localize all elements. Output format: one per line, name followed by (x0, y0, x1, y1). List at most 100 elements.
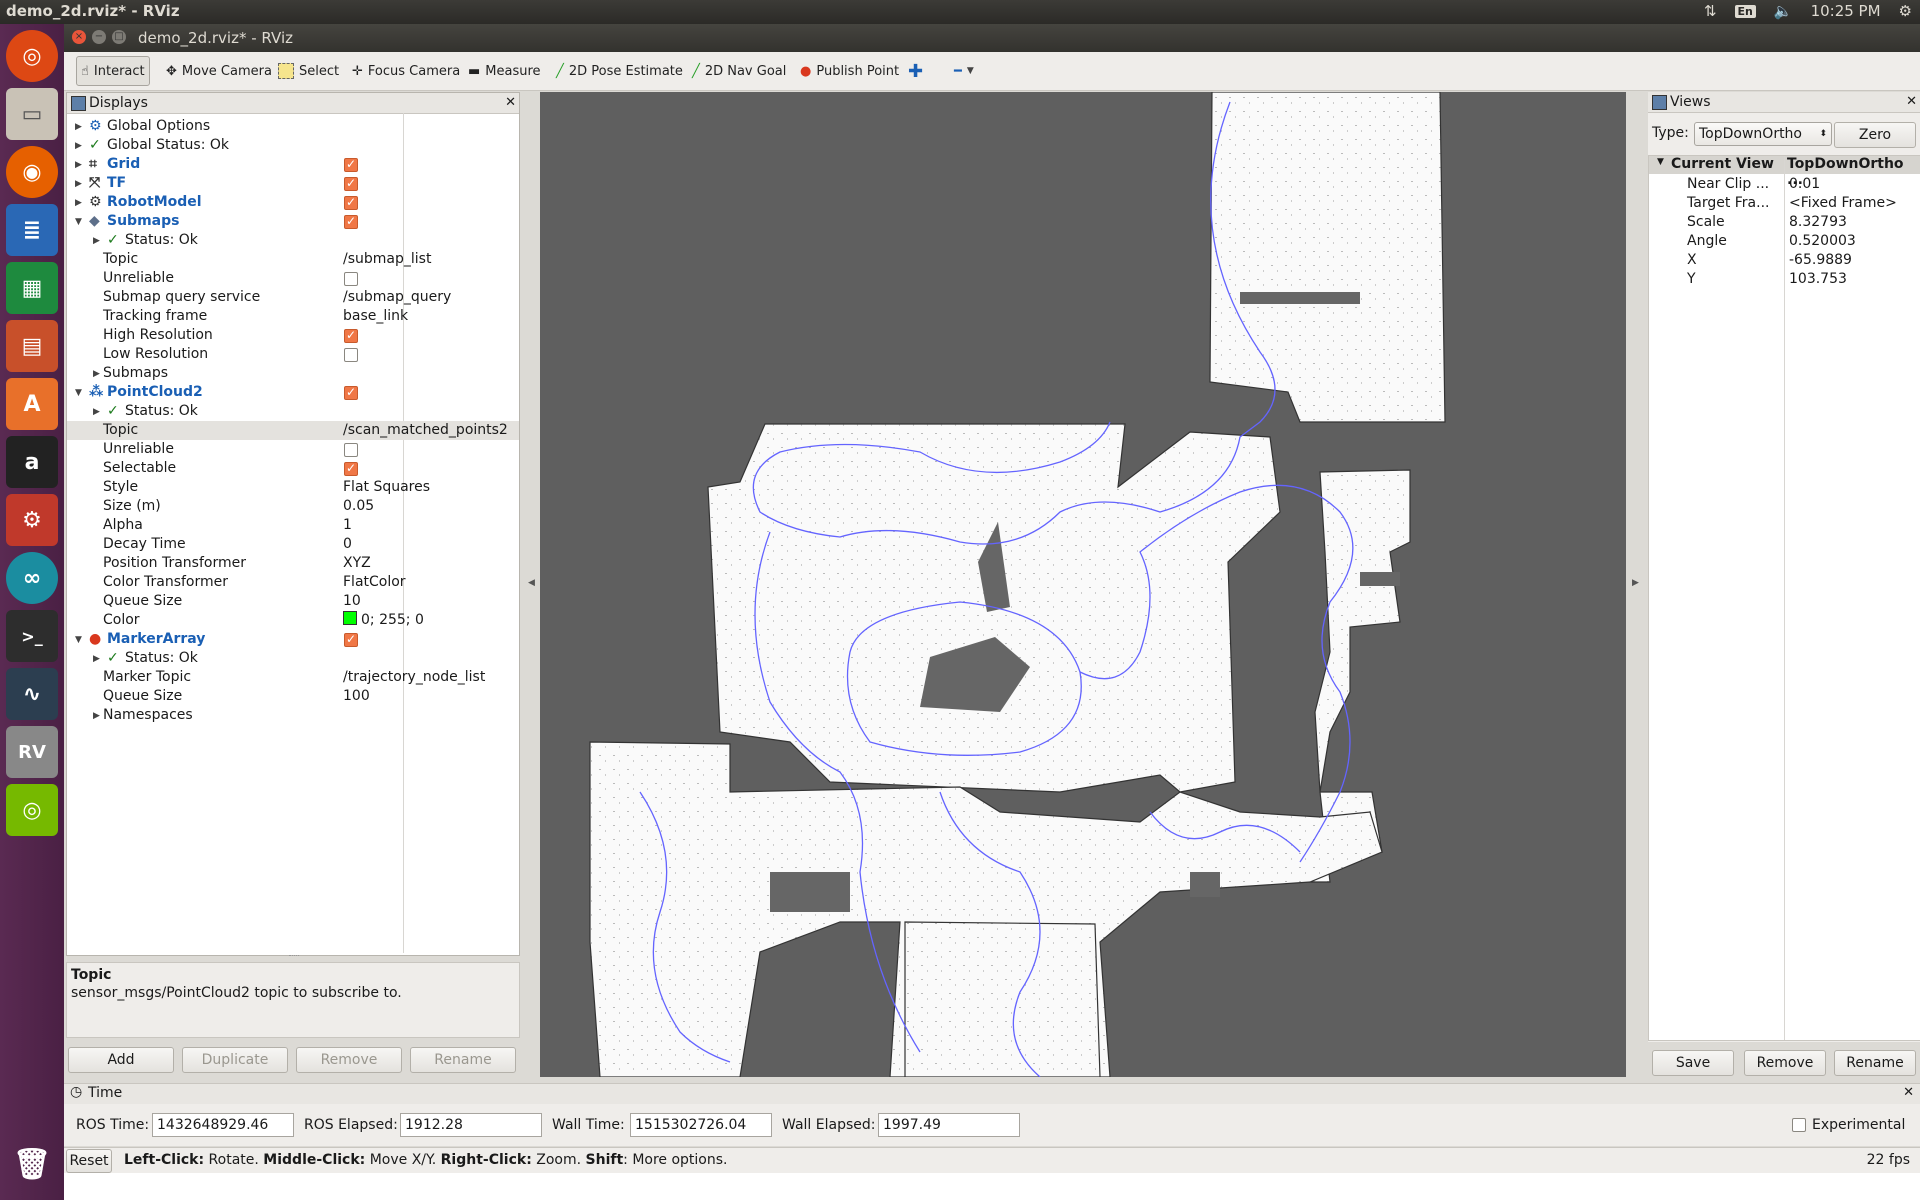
view-property-row[interactable]: Target Fra... <Fixed Frame> (1649, 194, 1920, 213)
move-camera-tool-button[interactable]: ✥ Move Camera (162, 59, 276, 83)
view-property-value[interactable]: 103.753 (1789, 270, 1847, 289)
display-row[interactable]: ▶ ⚙ RobotModel (67, 193, 519, 212)
terminal-icon[interactable]: >_ (6, 610, 58, 662)
collapse-right-icon[interactable]: ▶ (1632, 578, 1639, 588)
display-row-value[interactable]: 0; 255; 0 (361, 612, 424, 628)
pose-estimate-tool-button[interactable]: ╱ 2D Pose Estimate (552, 59, 687, 83)
display-row[interactable]: ▼ ◆ Submaps (67, 212, 519, 231)
wall-time-field[interactable]: 1515302726.04 (630, 1113, 772, 1137)
add-display-button[interactable]: Add (68, 1047, 174, 1073)
display-row[interactable]: ▼ ● MarkerArray (67, 630, 519, 649)
enable-checkbox[interactable] (344, 348, 358, 362)
remove-display-button[interactable]: Remove (296, 1047, 402, 1073)
collapse-left-icon[interactable]: ◀ (528, 578, 535, 588)
display-row[interactable]: ▶ ⚙ Global Options (67, 117, 519, 136)
enable-checkbox[interactable] (344, 443, 358, 457)
display-row[interactable]: ▶ ⌗ Grid (67, 155, 519, 174)
display-row[interactable]: Topic/scan_matched_points2 (67, 421, 519, 440)
display-row[interactable]: ▶ ✓ Status: Ok (67, 402, 519, 421)
display-row[interactable]: ▼ ⁂ PointCloud2 (67, 383, 519, 402)
display-row[interactable]: Marker Topic/trajectory_node_list (67, 668, 519, 687)
color-value[interactable]: 0; 255; 0 (343, 611, 424, 630)
impress-icon[interactable]: ▤ (6, 320, 58, 372)
display-row[interactable]: Topic/submap_list (67, 250, 519, 269)
display-row[interactable]: ▶ ✓ Status: Ok (67, 649, 519, 668)
display-row[interactable]: ▶ ⤧ TF (67, 174, 519, 193)
enable-checkbox[interactable] (344, 459, 358, 478)
display-row[interactable]: ▶ ✓ Global Status: Ok (67, 136, 519, 155)
enable-checkbox[interactable] (344, 193, 358, 212)
settings-gear-icon[interactable]: ⚙ (1899, 2, 1912, 20)
trash-icon[interactable]: 🗑 (6, 1138, 58, 1190)
expand-arrow-icon[interactable]: ▶ (93, 365, 100, 384)
display-row-value[interactable]: FlatColor (343, 573, 406, 592)
rviz-icon[interactable]: RV (6, 726, 58, 778)
expand-arrow-icon[interactable]: ▶ (75, 156, 82, 175)
system-settings-icon[interactable]: ⚙ (6, 494, 58, 546)
remove-view-button[interactable]: Remove (1744, 1050, 1826, 1076)
display-row-value[interactable]: 1 (343, 516, 352, 535)
nav-goal-tool-button[interactable]: ╱ 2D Nav Goal (688, 59, 790, 83)
display-row-value[interactable]: /trajectory_node_list (343, 668, 485, 687)
display-row[interactable]: Decay Time 0 (67, 535, 519, 554)
publish-point-tool-button[interactable]: ● Publish Point (796, 59, 903, 83)
remove-tool-button[interactable]: ━ ▼ (950, 59, 978, 83)
display-row-value[interactable]: 0 (343, 535, 352, 554)
display-row[interactable]: ▶ ✓ Status: Ok (67, 231, 519, 250)
view-property-value[interactable]: 0.01 (1789, 175, 1820, 194)
view-property-row[interactable]: Y 103.753 (1649, 270, 1920, 289)
keyboard-language-indicator[interactable]: En (1734, 4, 1756, 18)
display-row[interactable]: Color 0; 255; 0 (67, 611, 519, 630)
network-icon[interactable]: ⇅ (1704, 2, 1717, 20)
expand-arrow-icon[interactable]: ▶ (75, 118, 82, 137)
display-row[interactable]: Alpha 1 (67, 516, 519, 535)
volume-icon[interactable]: 🔈 (1774, 2, 1793, 20)
view-property-row[interactable]: Scale 8.32793 (1649, 213, 1920, 232)
display-row[interactable]: High Resolution (67, 326, 519, 345)
display-row-value[interactable]: /scan_matched_points2 (343, 421, 508, 440)
display-row-value[interactable]: 0.05 (343, 497, 374, 516)
display-row[interactable]: Unreliable (67, 440, 519, 459)
rename-display-button[interactable]: Rename (410, 1047, 516, 1073)
display-row[interactable]: Position Transformer XYZ (67, 554, 519, 573)
view-property-row[interactable]: X -65.9889 (1649, 251, 1920, 270)
display-row-value[interactable]: XYZ (343, 554, 371, 573)
view-type-select[interactable]: TopDownOrtho ⬍ (1694, 122, 1832, 146)
display-row[interactable]: Style Flat Squares (67, 478, 519, 497)
enable-checkbox[interactable] (344, 326, 358, 345)
nvidia-icon[interactable]: ◎ (6, 784, 58, 836)
enable-checkbox[interactable] (344, 174, 358, 193)
experimental-checkbox[interactable] (1792, 1118, 1806, 1132)
display-row-value[interactable]: base_link (343, 307, 408, 326)
display-row[interactable]: ▶ Namespaces (67, 706, 519, 725)
close-views-icon[interactable]: ✕ (1906, 92, 1917, 112)
expand-arrow-icon[interactable]: ▼ (1657, 157, 1664, 167)
enable-checkbox[interactable] (344, 630, 358, 649)
display-row-value[interactable]: 10 (343, 592, 361, 611)
view-property-value[interactable]: -65.9889 (1789, 251, 1852, 270)
display-row[interactable]: Submap query service/submap_query (67, 288, 519, 307)
amazon-icon[interactable]: a (6, 436, 58, 488)
display-row-value[interactable]: 100 (343, 687, 370, 706)
display-row[interactable]: Tracking frame base_link (67, 307, 519, 326)
zero-button[interactable]: Zero (1834, 122, 1916, 148)
close-panel-icon[interactable]: ✕ (505, 93, 516, 113)
display-row[interactable]: Queue Size 100 (67, 687, 519, 706)
clock[interactable]: 10:25 PM (1811, 2, 1881, 20)
view-property-value[interactable]: 8.32793 (1789, 213, 1847, 232)
minimize-icon[interactable]: − (92, 30, 106, 44)
software-center-icon[interactable]: A (6, 378, 58, 430)
save-view-button[interactable]: Save (1652, 1050, 1734, 1076)
writer-icon[interactable]: ≣ (6, 204, 58, 256)
expand-arrow-icon[interactable]: ▶ (75, 194, 82, 213)
display-row[interactable]: Size (m) 0.05 (67, 497, 519, 516)
ubuntu-dash-icon[interactable]: ◎ (6, 30, 58, 82)
enable-checkbox[interactable] (344, 212, 358, 231)
ros-elapsed-field[interactable]: 1912.28 (400, 1113, 542, 1137)
view-property-row[interactable]: Near Clip ... 0.01 (1649, 175, 1920, 194)
firefox-icon[interactable]: ◉ (6, 146, 58, 198)
display-row-value[interactable]: Flat Squares (343, 478, 430, 497)
collapse-arrow-icon[interactable]: ▼ (75, 631, 82, 650)
display-row-value[interactable]: /submap_query (343, 288, 451, 307)
expand-arrow-icon[interactable]: ▶ (75, 175, 82, 194)
